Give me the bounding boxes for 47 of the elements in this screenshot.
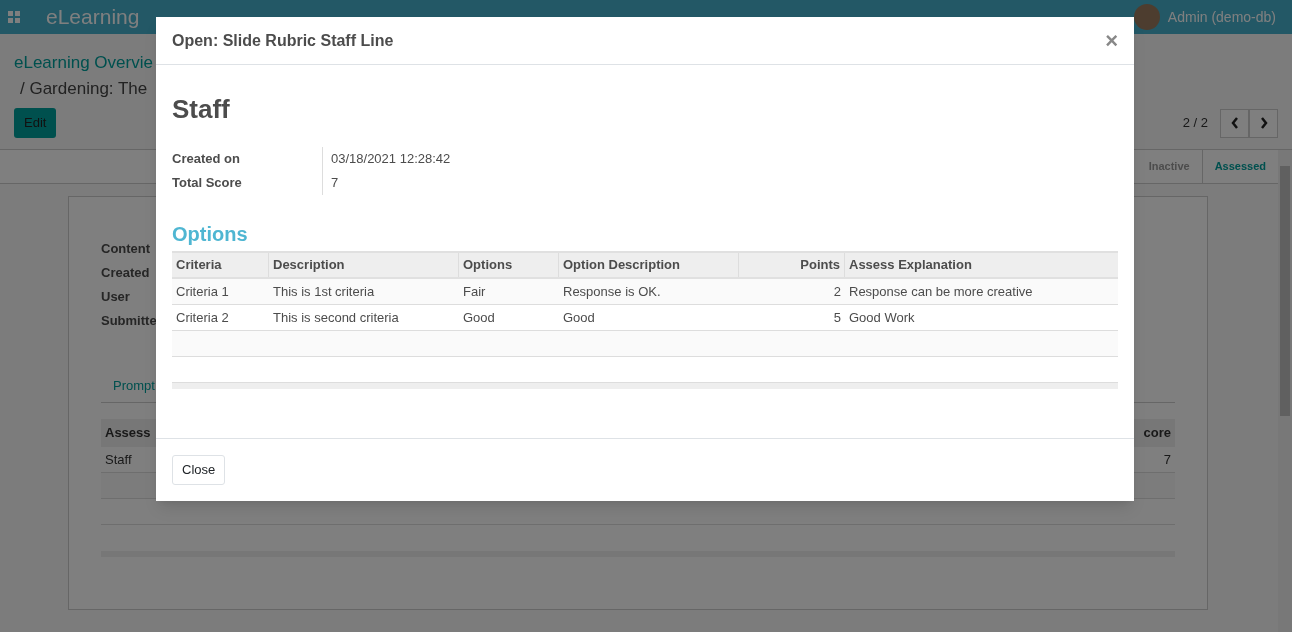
field-value: 03/18/2021 12:28:42 [331, 150, 451, 169]
next-button[interactable] [1249, 108, 1278, 138]
chevron-right-icon [1259, 117, 1268, 129]
table-cell-text: 2 [832, 282, 842, 301]
pager: 2 / 2 [1182, 114, 1208, 133]
column-header[interactable]: Points [739, 253, 845, 277]
table-cell-text: Response can be more creative [848, 282, 1034, 301]
user-name[interactable]: Admin (demo-db) [1167, 6, 1276, 28]
table-cell-text: Good [462, 308, 496, 327]
table-cell-text: Criteria 1 [175, 282, 230, 301]
apps-grid-icon[interactable] [8, 11, 20, 23]
record-title: / Gardening: The [20, 78, 149, 100]
close-button[interactable]: Close [172, 455, 226, 485]
field-label: Total Score [172, 174, 243, 193]
field-label: Created [101, 265, 150, 281]
tab[interactable]: Prompt [113, 378, 155, 393]
column-header[interactable]: Options [459, 253, 559, 277]
field-label: User [101, 289, 130, 305]
dialog-title: Open: Slide Rubric Staff Line [172, 30, 394, 51]
status-stage[interactable]: Assessed [1202, 150, 1278, 183]
table-cell-text: Staff [105, 450, 132, 469]
column-header[interactable]: Description [269, 253, 459, 277]
table-cell-text: This is 1st criteria [272, 282, 376, 301]
field-label: Submitte [101, 313, 157, 329]
column-header[interactable]: Option Description [559, 253, 739, 277]
table-cell-text: Response is OK. [562, 282, 662, 301]
field-label: Content [101, 241, 151, 257]
table-cell-text: Fair [462, 282, 487, 301]
table-cell-text: 5 [832, 308, 842, 327]
section-heading: Options [172, 222, 249, 247]
avatar[interactable] [1133, 4, 1160, 30]
record-name: Staff [172, 93, 231, 125]
table-cell-text: Criteria 2 [175, 308, 230, 327]
previous-button[interactable] [1220, 108, 1249, 138]
table-cell-text: This is second criteria [272, 308, 400, 327]
field-label: Created on [172, 150, 241, 169]
edit-button[interactable]: Edit [14, 108, 57, 138]
table-cell-text: Good [562, 308, 596, 327]
scrollbar[interactable] [1278, 150, 1292, 632]
table-cell-text: 7 [1163, 450, 1171, 469]
chevron-left-icon [1230, 117, 1239, 129]
column-header[interactable]: Assess [105, 423, 151, 443]
column-header[interactable]: Criteria [172, 253, 269, 277]
field-value: 7 [331, 174, 339, 193]
column-header[interactable]: core [1143, 423, 1171, 443]
column-header[interactable]: Assess Explanation [845, 253, 1118, 277]
table-cell-text: Good Work [848, 308, 916, 327]
